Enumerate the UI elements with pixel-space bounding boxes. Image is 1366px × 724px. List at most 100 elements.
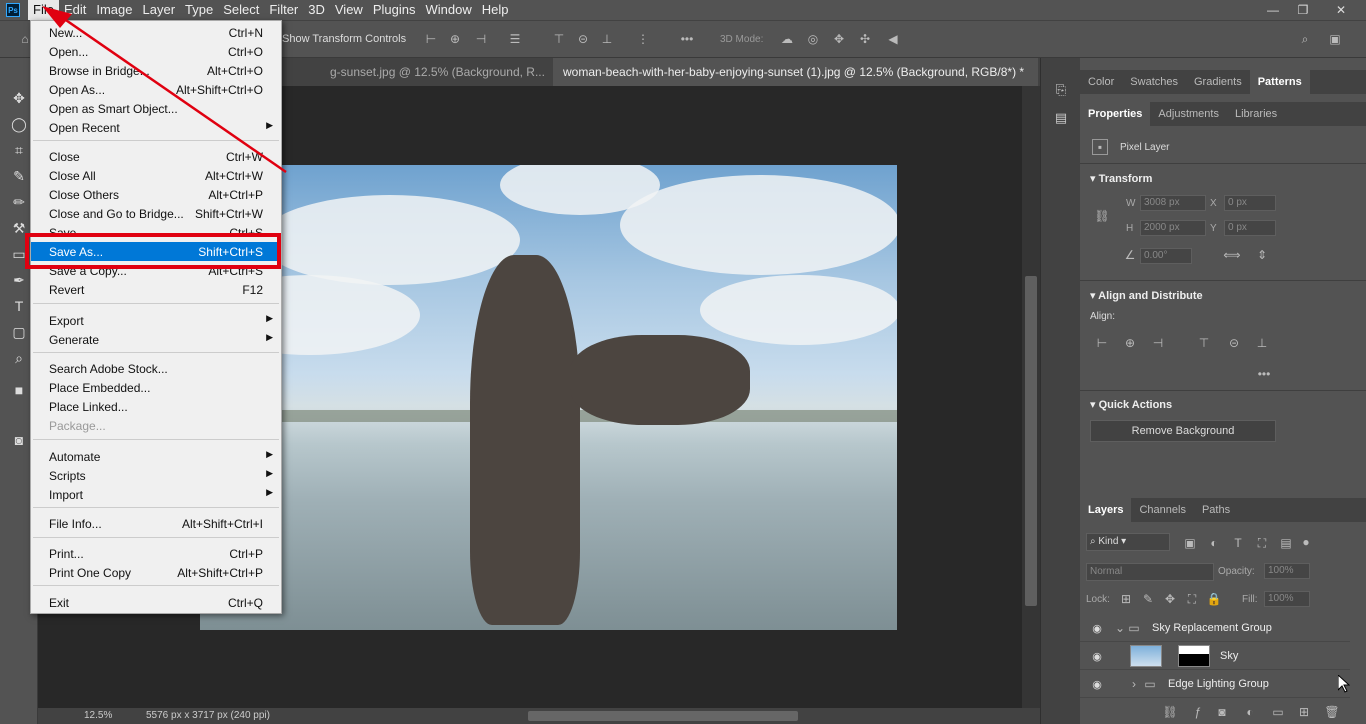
menu-item-automate[interactable]: Automate ▶ bbox=[31, 447, 281, 466]
align-horizontal-centers-icon[interactable]: ⊕ bbox=[1122, 335, 1138, 351]
menu-item-open[interactable]: Open... Ctrl+O bbox=[31, 42, 281, 61]
filter-pixel-icon[interactable]: ▣ bbox=[1182, 535, 1198, 551]
menu-item-open-recent[interactable]: Open Recent ▶ bbox=[31, 118, 281, 137]
menu-item-open-as[interactable]: Open As... Alt+Shift+Ctrl+O bbox=[31, 80, 281, 99]
align-bottom-icon[interactable]: ⊥ bbox=[600, 32, 614, 46]
menu-item-place-embedded[interactable]: Place Embedded... bbox=[31, 378, 281, 397]
quick-mask-icon[interactable]: ◙ bbox=[9, 430, 29, 450]
filter-type-icon[interactable]: T bbox=[1230, 535, 1246, 551]
distribute-icon[interactable]: ☰ bbox=[508, 32, 522, 46]
menu-item-import[interactable]: Import ▶ bbox=[31, 485, 281, 504]
align-top-edges-icon[interactable]: ⊤ bbox=[1196, 335, 1212, 351]
menu-filter[interactable]: Filter bbox=[264, 0, 303, 20]
distribute-vertical-icon[interactable]: ⋮ bbox=[636, 32, 650, 46]
lock-transparent-icon[interactable]: ⊞ bbox=[1118, 591, 1134, 607]
chevron-right-icon[interactable]: › bbox=[1126, 676, 1142, 692]
menu-item-print[interactable]: Print... Ctrl+P bbox=[31, 544, 281, 563]
add-mask-icon[interactable]: ◙ bbox=[1214, 704, 1230, 720]
align-section-title[interactable]: ▾ Align and Distribute bbox=[1090, 289, 1203, 302]
minimize-icon[interactable]: — bbox=[1258, 0, 1288, 20]
menu-layer[interactable]: Layer bbox=[138, 0, 181, 20]
lock-artboard-icon[interactable]: ⛶ bbox=[1184, 591, 1200, 607]
tab-properties[interactable]: Properties bbox=[1080, 102, 1151, 126]
menu-item-print-one-copy[interactable]: Print One Copy Alt+Shift+Ctrl+P bbox=[31, 563, 281, 582]
layer-row[interactable]: ◉ › ▭ Edge Lighting Group bbox=[1080, 670, 1350, 698]
color-swatches-icon[interactable]: ■ bbox=[9, 380, 29, 400]
layer-kind-filter[interactable]: ⌕ Kind ▾ bbox=[1086, 533, 1170, 551]
tab-patterns[interactable]: Patterns bbox=[1249, 70, 1310, 94]
3d-slide-icon[interactable]: ✣ bbox=[858, 32, 872, 46]
filter-toggle-icon[interactable]: ● bbox=[1298, 534, 1314, 550]
link-icon[interactable]: ⛓ bbox=[1094, 208, 1110, 224]
tab-libraries[interactable]: Libraries bbox=[1227, 102, 1285, 126]
menu-file[interactable]: File bbox=[28, 0, 59, 20]
layer-row[interactable]: ◉ ⌄ ▭ Sky Replacement Group bbox=[1080, 614, 1350, 642]
fill-field[interactable]: 100% bbox=[1264, 591, 1310, 607]
blend-mode-select[interactable]: Normal bbox=[1086, 563, 1214, 581]
menu-image[interactable]: Image bbox=[91, 0, 137, 20]
search-icon[interactable]: ⌕ bbox=[1298, 32, 1312, 46]
3d-roll-icon[interactable]: ◎ bbox=[806, 32, 820, 46]
lock-position-icon[interactable]: ✥ bbox=[1162, 591, 1178, 607]
align-left-icon[interactable]: ⊢ bbox=[424, 32, 438, 46]
tab-layers[interactable]: Layers bbox=[1080, 498, 1132, 522]
transform-section-title[interactable]: ▾ Transform bbox=[1090, 172, 1152, 185]
menu-item-close-all[interactable]: Close All Alt+Ctrl+W bbox=[31, 166, 281, 185]
menu-item-place-linked[interactable]: Place Linked... bbox=[31, 397, 281, 416]
canvas-image[interactable] bbox=[200, 165, 897, 630]
3d-camera-icon[interactable]: ◀ bbox=[886, 32, 900, 46]
visibility-eye-icon[interactable]: ◉ bbox=[1090, 621, 1104, 635]
filter-smart-object-icon[interactable]: ▤ bbox=[1278, 535, 1294, 551]
brush-tool-icon[interactable]: ✏ bbox=[9, 192, 29, 212]
menu-select[interactable]: Select bbox=[218, 0, 264, 20]
tab-document-1[interactable]: g-sunset.jpg @ 12.5% (Background, R... bbox=[320, 58, 555, 86]
lasso-tool-icon[interactable]: ◯ bbox=[9, 114, 29, 134]
flip-horizontal-icon[interactable]: ⟺ bbox=[1223, 247, 1240, 263]
menu-item-scripts[interactable]: Scripts ▶ bbox=[31, 466, 281, 485]
quick-actions-title[interactable]: ▾ Quick Actions bbox=[1090, 398, 1172, 411]
menu-item-revert[interactable]: Revert F12 bbox=[31, 280, 281, 299]
fx-icon[interactable]: ƒ bbox=[1190, 704, 1206, 720]
menu-item-close-go-bridge[interactable]: Close and Go to Bridge... Shift+Ctrl+W bbox=[31, 204, 281, 223]
tab-adjustments[interactable]: Adjustments bbox=[1150, 102, 1227, 126]
new-layer-icon[interactable]: ⊞ bbox=[1296, 704, 1312, 720]
new-group-icon[interactable]: ▭ bbox=[1270, 704, 1286, 720]
y-field[interactable]: 0 px bbox=[1224, 220, 1276, 236]
pen-tool-icon[interactable]: ✒ bbox=[9, 270, 29, 290]
workspace-icon[interactable]: ▣ bbox=[1328, 32, 1342, 46]
menu-plugins[interactable]: Plugins bbox=[368, 0, 421, 20]
align-bottom-edges-icon[interactable]: ⊥ bbox=[1254, 335, 1270, 351]
flip-vertical-icon[interactable]: ⇕ bbox=[1254, 247, 1270, 263]
tab-gradients[interactable]: Gradients bbox=[1186, 70, 1250, 94]
remove-background-button[interactable]: Remove Background bbox=[1090, 420, 1276, 442]
vertical-scrollbar[interactable] bbox=[1022, 86, 1040, 708]
3d-orbit-icon[interactable]: ☁ bbox=[780, 32, 794, 46]
comments-icon[interactable]: ▤ bbox=[1053, 110, 1069, 126]
tab-paths[interactable]: Paths bbox=[1194, 498, 1238, 522]
visibility-eye-icon[interactable]: ◉ bbox=[1090, 649, 1104, 663]
crop-tool-icon[interactable]: ⌗ bbox=[9, 140, 29, 160]
tab-document-2[interactable]: woman-beach-with-her-baby-enjoying-sunse… bbox=[553, 58, 1038, 86]
3d-pan-icon[interactable]: ✥ bbox=[832, 32, 846, 46]
height-field[interactable]: 2000 px bbox=[1140, 220, 1206, 236]
move-tool-icon[interactable]: ✥ bbox=[9, 88, 29, 108]
angle-field[interactable]: 0.00° bbox=[1140, 248, 1192, 264]
menu-item-open-smart-object[interactable]: Open as Smart Object... bbox=[31, 99, 281, 118]
x-field[interactable]: 0 px bbox=[1224, 195, 1276, 211]
menu-window[interactable]: Window bbox=[420, 0, 476, 20]
delete-layer-icon[interactable]: 🗑 bbox=[1324, 704, 1340, 720]
close-window-icon[interactable]: ✕ bbox=[1326, 0, 1356, 20]
filter-shape-icon[interactable]: ⛶ bbox=[1254, 535, 1270, 551]
align-middle-icon[interactable]: ⊝ bbox=[576, 32, 590, 46]
restore-icon[interactable]: ❐ bbox=[1288, 0, 1318, 20]
menu-item-new[interactable]: New... Ctrl+N bbox=[31, 23, 281, 42]
align-top-icon[interactable]: ⊤ bbox=[552, 32, 566, 46]
layer-row[interactable]: ◉ Sky bbox=[1080, 642, 1350, 670]
align-center-icon[interactable]: ⊕ bbox=[448, 32, 462, 46]
menu-item-close[interactable]: Close Ctrl+W bbox=[31, 147, 281, 166]
menu-item-close-others[interactable]: Close Others Alt+Ctrl+P bbox=[31, 185, 281, 204]
menu-item-exit[interactable]: Exit Ctrl+Q bbox=[31, 593, 281, 612]
menu-item-export[interactable]: Export ▶ bbox=[31, 311, 281, 330]
zoom-tool-icon[interactable]: ⌕ bbox=[9, 348, 29, 368]
history-icon[interactable]: ⎘ bbox=[1053, 82, 1069, 98]
